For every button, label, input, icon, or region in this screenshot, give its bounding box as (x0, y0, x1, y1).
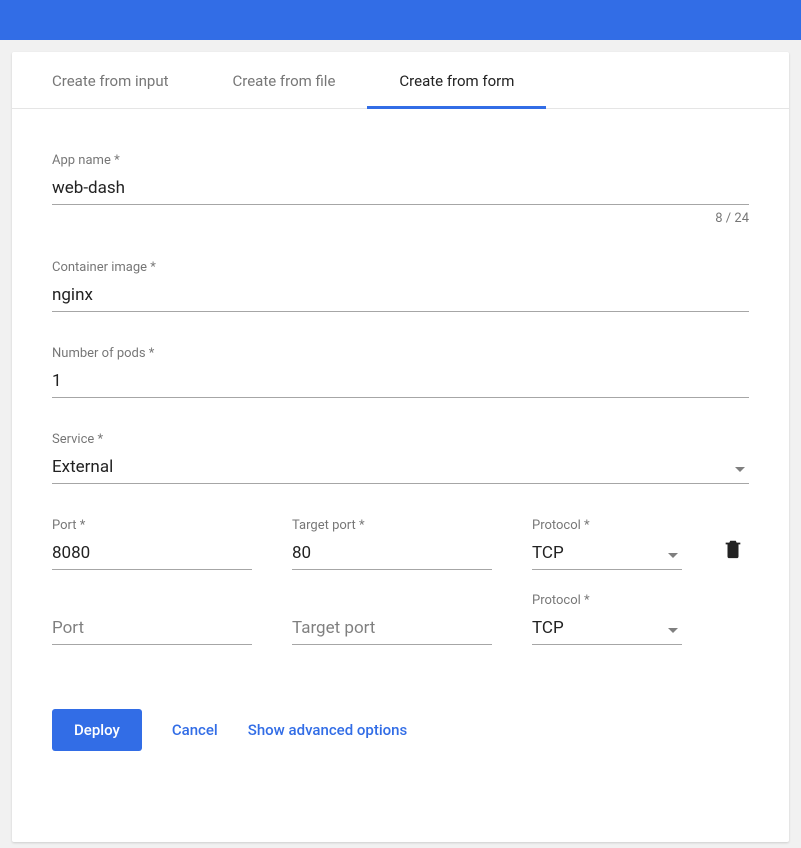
port-row-2: Protocol * (52, 614, 749, 645)
port-col-empty (52, 614, 252, 645)
target-port-label: Target port * (292, 518, 492, 533)
deploy-button[interactable]: Deploy (52, 709, 142, 751)
protocol-label: Protocol * (532, 518, 682, 533)
target-port-col-empty (292, 614, 492, 645)
protocol-label-2: Protocol * (532, 593, 682, 608)
trash-icon[interactable] (722, 538, 744, 560)
target-port-input[interactable] (292, 539, 492, 570)
protocol-col-2: Protocol * (532, 615, 682, 645)
show-advanced-button[interactable]: Show advanced options (248, 721, 407, 739)
service-label: Service * (52, 432, 749, 447)
pods-input[interactable] (52, 367, 749, 398)
pods-field: Number of pods * (52, 346, 749, 398)
port-label: Port * (52, 518, 252, 533)
app-name-counter: 8 / 24 (52, 211, 749, 226)
cancel-button[interactable]: Cancel (172, 721, 218, 739)
app-name-input[interactable] (52, 174, 749, 205)
tab-create-from-input[interactable]: Create from input (20, 52, 201, 108)
port-row-1: Port * Target port * Protocol * (52, 518, 749, 570)
pods-label: Number of pods * (52, 346, 749, 361)
container-image-label: Container image * (52, 260, 749, 275)
actions-row: Deploy Cancel Show advanced options (52, 709, 749, 751)
port-col: Port * (52, 518, 252, 570)
port-input-empty[interactable] (52, 614, 252, 645)
target-port-input-empty[interactable] (292, 614, 492, 645)
app-name-field: App name * 8 / 24 (52, 153, 749, 226)
service-field: Service * (52, 432, 749, 484)
container-image-field: Container image * (52, 260, 749, 312)
create-card: Create from input Create from file Creat… (12, 52, 789, 842)
top-bar (0, 0, 801, 40)
tab-create-from-file[interactable]: Create from file (201, 52, 368, 108)
container-image-input[interactable] (52, 281, 749, 312)
protocol-select[interactable] (532, 539, 682, 570)
tabs: Create from input Create from file Creat… (12, 52, 789, 109)
service-select[interactable] (52, 453, 749, 484)
tab-create-from-form[interactable]: Create from form (367, 52, 546, 108)
protocol-select-2[interactable] (532, 614, 682, 645)
app-name-label: App name * (52, 153, 749, 168)
port-input[interactable] (52, 539, 252, 570)
create-form: App name * 8 / 24 Container image * Numb… (12, 109, 789, 779)
target-port-col: Target port * (292, 518, 492, 570)
protocol-col: Protocol * (532, 518, 682, 570)
